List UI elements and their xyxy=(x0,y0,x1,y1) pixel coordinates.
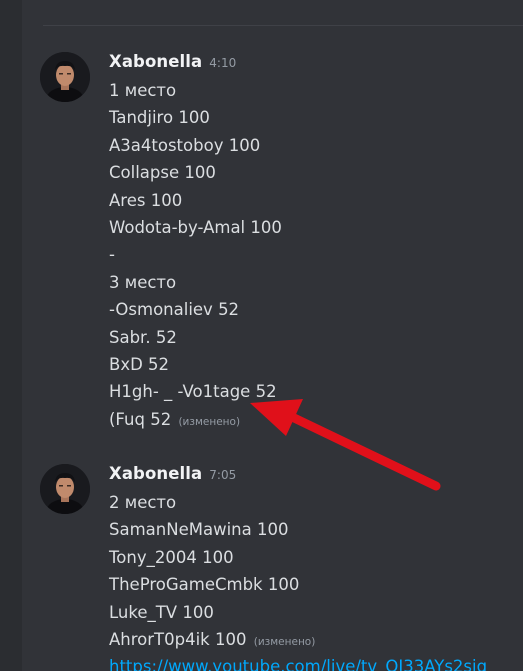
message-line: Tony_2004 100 xyxy=(109,547,234,567)
message-line: TheProGameCmbk 100 xyxy=(109,575,300,595)
message-line: Ares 100 xyxy=(109,190,183,210)
message-line-text: (Fuq 52 xyxy=(109,409,172,429)
message-line: 2 место xyxy=(109,493,177,512)
author-name[interactable]: Xabonella xyxy=(109,464,202,483)
author-name[interactable]: Xabonella xyxy=(109,52,202,71)
message-line: 1 место xyxy=(109,81,177,100)
avatar[interactable] xyxy=(40,464,90,514)
message-content: Xabonella 4:10 1 место Tandjiro 100 A3a4t… xyxy=(109,52,523,433)
message-content: Xabonella 7:05 2 место SamanNeMawina 100 … xyxy=(109,464,523,671)
avatar-image xyxy=(40,52,90,102)
message-line: Sabr. 52 xyxy=(109,327,177,347)
message-line: BxD 52 xyxy=(109,354,170,374)
edited-label: (изменено) xyxy=(178,415,241,428)
left-rail xyxy=(0,0,22,671)
message-line: Collapse 100 xyxy=(109,163,216,183)
avatar[interactable] xyxy=(40,52,90,102)
message-timestamp[interactable]: 7:05 xyxy=(209,468,236,482)
message-line: - xyxy=(109,245,115,265)
message-line: Tandjiro 100 xyxy=(109,108,210,128)
chat-view: Xabonella 4:10 1 место Tandjiro 100 A3a4t… xyxy=(0,0,523,671)
message-timestamp[interactable]: 4:10 xyxy=(209,56,236,70)
message-divider xyxy=(43,25,523,26)
message-link[interactable]: https://www.youtube.com/live/tv_OI33AYs2… xyxy=(109,653,523,671)
avatar-image xyxy=(40,464,90,514)
message-line: A3a4tostoboy 100 xyxy=(109,135,261,155)
message-line: Luke_TV 100 xyxy=(109,602,214,622)
message-header: Xabonella 4:10 xyxy=(109,52,523,77)
message-header: Xabonella 7:05 xyxy=(109,464,523,489)
message-line: Wodota-by-Amal 100 xyxy=(109,217,282,237)
message-line-last: AhrorT0p4ik 100 (изменено) xyxy=(109,626,523,653)
message-line: 3 место xyxy=(109,272,177,292)
message-line: H1gh- _ -Vo1tage 52 xyxy=(109,382,277,402)
message-line-text: AhrorT0p4ik 100 xyxy=(109,629,247,649)
message-line: -Osmonaliev 52 xyxy=(109,300,240,320)
edited-label: (изменено) xyxy=(253,635,316,648)
message-line-last: (Fuq 52 (изменено) xyxy=(109,406,523,433)
message-line: SamanNeMawina 100 xyxy=(109,520,289,540)
